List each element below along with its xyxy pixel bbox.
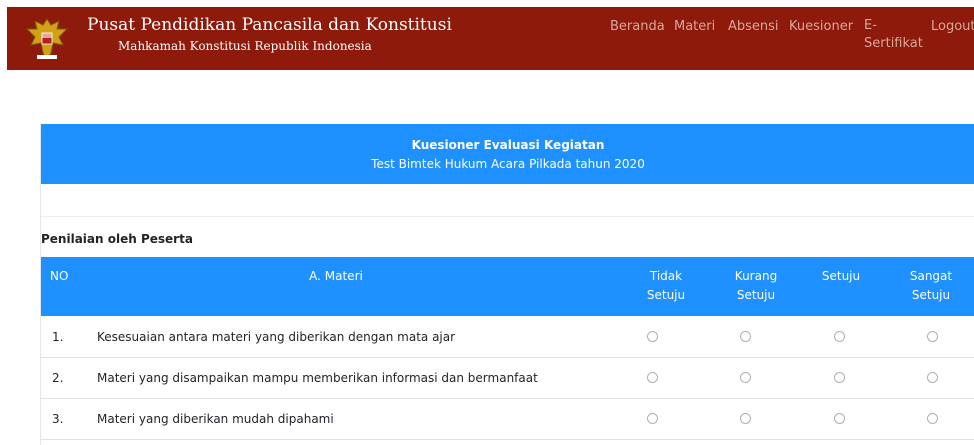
- radio-tidak-setuju[interactable]: [647, 413, 658, 424]
- radio-setuju[interactable]: [834, 413, 845, 424]
- row-number: 1.: [52, 330, 64, 344]
- radio-kurang-setuju[interactable]: [740, 413, 751, 424]
- row-question: Materi yang diberikan mudah dipahami: [97, 412, 334, 426]
- card-header: Kuesioner Evaluasi Kegiatan Test Bimtek …: [41, 124, 974, 184]
- site-title: Pusat Pendidikan Pancasila dan Konstitus…: [87, 15, 452, 35]
- radio-sangat-setuju[interactable]: [927, 372, 938, 383]
- column-header-tidak-setuju: Tidak Setuju: [646, 269, 686, 302]
- nav-e-sertifikat[interactable]: E-Sertifikat: [864, 17, 923, 53]
- table-row: 1. Kesesuaian antara materi yang diberik…: [41, 317, 974, 358]
- section-title: Penilaian oleh Peserta: [41, 232, 193, 246]
- radio-tidak-setuju[interactable]: [647, 372, 658, 383]
- row-question: Materi yang disampaikan mampu memberikan…: [97, 371, 538, 385]
- row-number: 3.: [52, 412, 64, 426]
- radio-sangat-setuju[interactable]: [927, 413, 938, 424]
- nav-logout[interactable]: Logout: [931, 19, 974, 34]
- row-number: 2.: [52, 371, 64, 385]
- table-row: 3. Materi yang diberikan mudah dipahami: [41, 399, 974, 440]
- column-header-no: NO: [50, 269, 69, 283]
- radio-kurang-setuju[interactable]: [740, 331, 751, 342]
- top-navbar: Pusat Pendidikan Pancasila dan Konstitus…: [7, 7, 974, 70]
- radio-tidak-setuju[interactable]: [647, 331, 658, 342]
- radio-setuju[interactable]: [834, 331, 845, 342]
- column-header-kurang-setuju: Kurang Setuju: [734, 269, 778, 302]
- questionnaire-card: Kuesioner Evaluasi Kegiatan Test Bimtek …: [40, 124, 974, 445]
- row-question: Kesesuaian antara materi yang diberikan …: [97, 330, 456, 344]
- card-title: Kuesioner Evaluasi Kegiatan: [411, 138, 605, 152]
- nav-beranda[interactable]: Beranda: [610, 19, 665, 34]
- nav-absensi[interactable]: Absensi: [728, 19, 779, 34]
- nav-materi[interactable]: Materi: [674, 19, 715, 34]
- column-header-setuju: Setuju: [821, 269, 861, 283]
- column-header-sangat-setuju: Sangat Setuju: [909, 269, 953, 302]
- garuda-emblem-icon: [25, 18, 69, 60]
- card-subtitle: Test Bimtek Hukum Acara Pilkada tahun 20…: [371, 157, 645, 171]
- table-row: 2. Materi yang disampaikan mampu memberi…: [41, 358, 974, 399]
- radio-kurang-setuju[interactable]: [740, 372, 751, 383]
- table-header: NO A. Materi Tidak Setuju Kurang Setuju …: [41, 257, 974, 316]
- site-subtitle: Mahkamah Konstitusi Republik Indonesia: [118, 39, 372, 53]
- nav-kuesioner[interactable]: Kuesioner: [789, 19, 853, 34]
- column-header-materi: A. Materi: [309, 269, 363, 283]
- card-spacer: [41, 184, 974, 217]
- radio-sangat-setuju[interactable]: [927, 331, 938, 342]
- radio-setuju[interactable]: [834, 372, 845, 383]
